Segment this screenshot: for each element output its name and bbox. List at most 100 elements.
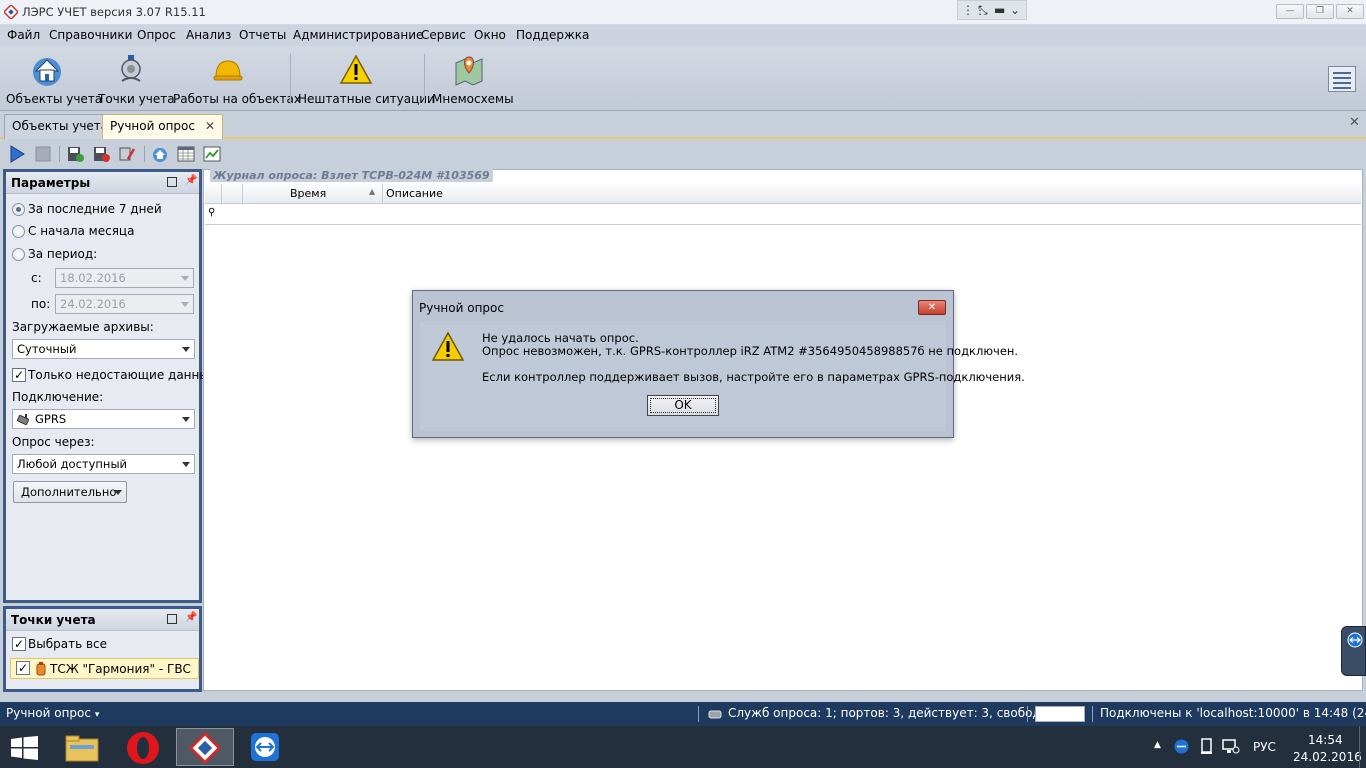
- point-label: ТСЖ "Гармония" - ГВС: [50, 662, 191, 676]
- menu-reports[interactable]: Отчеты: [239, 28, 286, 42]
- menu-support[interactable]: Поддержка: [516, 28, 589, 42]
- minimize-strip-icon[interactable]: ▬: [994, 3, 1005, 17]
- status-mode[interactable]: Ручной опрос ▾: [6, 706, 99, 720]
- status-separator: [1027, 706, 1028, 722]
- taskbar-teamviewer[interactable]: [237, 728, 295, 766]
- chevron-down-icon[interactable]: ⌄: [1010, 3, 1020, 17]
- dialog-body: Не удалось начать опрос. Опрос невозможе…: [420, 321, 1025, 431]
- menu-references[interactable]: Справочники: [49, 28, 132, 42]
- chart-icon[interactable]: [203, 145, 221, 163]
- stop-poll-icon[interactable]: [34, 145, 52, 163]
- ribbon-menu-icon[interactable]: [1328, 66, 1356, 92]
- dialog-close-button[interactable]: ✕: [918, 300, 946, 315]
- tab-close-icon[interactable]: ✕: [205, 119, 215, 133]
- menu-service[interactable]: Сервис: [421, 28, 466, 42]
- menu-analysis[interactable]: Анализ: [186, 28, 231, 42]
- grid-filter-row[interactable]: ⚲: [205, 204, 1361, 225]
- tab-manual-poll[interactable]: Ручной опрос ✕: [102, 114, 224, 139]
- tray-expand-icon[interactable]: ▲: [1154, 740, 1161, 750]
- missing-only-checkbox[interactable]: ✓: [12, 368, 26, 382]
- points-panel-header: Точки учета 📌: [6, 609, 199, 631]
- tray-date[interactable]: 24.02.2016: [1293, 750, 1362, 764]
- hot-water-meter-icon: [36, 662, 46, 676]
- opera-browser-icon: [127, 732, 159, 764]
- pin-icon[interactable]: 📌: [185, 612, 197, 623]
- date-from-field[interactable]: 18.02.2016: [55, 268, 194, 288]
- start-poll-icon[interactable]: [8, 145, 26, 163]
- windows-start-icon[interactable]: [11, 736, 38, 760]
- calendar-grid-icon[interactable]: [177, 145, 195, 163]
- minimize-button[interactable]: —: [1276, 4, 1304, 19]
- remote-panel-tab[interactable]: [1341, 626, 1366, 676]
- date-to-field[interactable]: 24.02.2016: [55, 294, 194, 314]
- collapse-arrows-icon[interactable]: ⤡: [978, 3, 988, 18]
- ribbon-objects-button[interactable]: Объекты учета: [4, 48, 102, 108]
- close-all-tabs-icon[interactable]: ✕: [1349, 115, 1360, 130]
- maximize-button[interactable]: ❐: [1306, 4, 1334, 19]
- tray-network-icon[interactable]: [1222, 738, 1240, 755]
- dialog-title: Ручной опрос: [419, 301, 504, 315]
- menu-window[interactable]: Окно: [474, 28, 506, 42]
- point-checkbox[interactable]: ✓: [16, 661, 30, 675]
- period-radio-custom[interactable]: [12, 248, 25, 261]
- chevron-down-icon: [114, 490, 122, 495]
- teamviewer-icon: [1347, 632, 1363, 648]
- remote-session-strip[interactable]: ⋮⋮ ⤡ ▬ ⌄: [957, 0, 1027, 20]
- tab-objects-label: Объекты учета: [12, 119, 109, 133]
- archives-select[interactable]: Суточный: [12, 339, 195, 359]
- ribbon-points-button[interactable]: Точки учета: [96, 48, 175, 108]
- ribbon-incidents-button[interactable]: Нештатные ситуации: [296, 48, 435, 108]
- save-add-icon[interactable]: [66, 145, 84, 163]
- period-radio-month[interactable]: [12, 225, 25, 238]
- show-desktop-button[interactable]: [1359, 726, 1366, 768]
- warning-icon: [431, 331, 465, 361]
- manual-poll-dialog: Ручной опрос ✕ Не удалось начать опрос. …: [412, 290, 1025, 438]
- column-description-label: Описание: [386, 187, 443, 200]
- ribbon-diagrams-button[interactable]: Мнемосхемы: [430, 48, 514, 108]
- more-options-button[interactable]: Дополнительно: [13, 481, 127, 503]
- panel-restore-icon[interactable]: [167, 177, 177, 187]
- missing-only-label: Только недостающие данные: [28, 368, 217, 382]
- gprs-modem-icon: [17, 414, 29, 426]
- date-to-label: по:: [31, 297, 51, 311]
- panel-restore-icon[interactable]: [167, 614, 177, 624]
- object-card-icon[interactable]: [151, 145, 169, 163]
- connection-select[interactable]: GPRS: [12, 409, 195, 429]
- column-description[interactable]: Описание: [383, 184, 783, 204]
- tray-device-icon[interactable]: [1200, 738, 1213, 755]
- menu-file[interactable]: Файл: [7, 28, 40, 42]
- ribbon-diagrams-label: Мнемосхемы: [432, 92, 514, 106]
- poll-via-select[interactable]: Любой доступный: [12, 454, 195, 474]
- save-delete-icon[interactable]: [92, 145, 110, 163]
- map-pin-icon: [455, 56, 483, 86]
- menu-poll[interactable]: Опрос: [137, 28, 176, 42]
- column-time[interactable]: Время ▲: [243, 184, 382, 204]
- close-window-button[interactable]: ✕: [1336, 4, 1364, 19]
- ribbon-works-button[interactable]: Работы на объектах: [172, 48, 301, 108]
- period-custom-label: За период:: [28, 247, 98, 261]
- tools-icon[interactable]: [118, 145, 136, 163]
- ok-button[interactable]: OK: [647, 395, 719, 416]
- toolbar-separator: [144, 146, 145, 162]
- taskbar-lers[interactable]: [176, 728, 234, 766]
- lers-app-icon: [189, 732, 221, 764]
- toolbar-separator: [59, 146, 60, 162]
- taskbar-explorer[interactable]: [53, 728, 111, 766]
- journal-caption: Журнал опроса: Взлет ТСРВ-024М #103569: [210, 169, 493, 182]
- tray-language[interactable]: РУС: [1253, 740, 1276, 754]
- date-from-label: с:: [31, 271, 42, 285]
- tray-teamviewer-icon[interactable]: [1174, 739, 1189, 754]
- select-all-checkbox[interactable]: ✓: [12, 637, 26, 651]
- period-radio-7days[interactable]: [12, 203, 25, 216]
- tray-time[interactable]: 14:54: [1308, 733, 1343, 747]
- period-month-label: С начала месяца: [28, 224, 135, 238]
- menu-administration[interactable]: Администрирование: [293, 28, 423, 42]
- title-bar: ЛЭРС УЧЕТ версия 3.07 R15.11 ⋮⋮ ⤡ ▬ ⌄ — …: [0, 0, 1366, 25]
- point-list-item[interactable]: ✓ ТСЖ "Гармония" - ГВС: [10, 658, 199, 679]
- pin-icon[interactable]: 📌: [185, 175, 197, 186]
- tab-objects[interactable]: Объекты учета: [4, 114, 117, 139]
- taskbar-opera[interactable]: [114, 728, 172, 766]
- points-panel: Точки учета 📌 ✓ Выбрать все ✓ ТСЖ "Гармо…: [3, 606, 202, 692]
- dialog-message-line3: Если контроллер поддерживает вызов, наст…: [482, 370, 1025, 384]
- date-to-value: 24.02.2016: [60, 297, 126, 311]
